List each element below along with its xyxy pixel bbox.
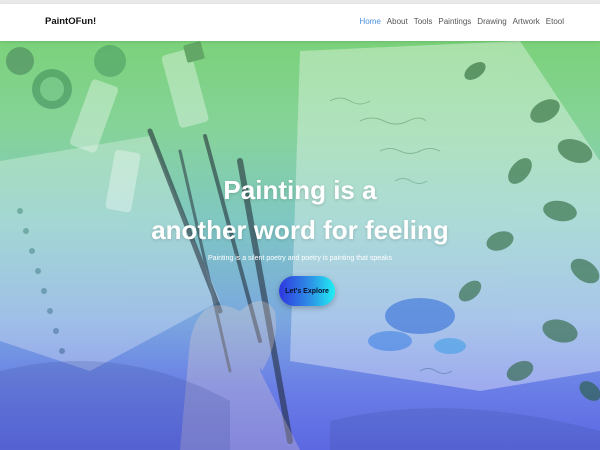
hero-title-line-1: Painting is a <box>223 175 377 206</box>
nav-links: Home About Tools Paintings Drawing Artwo… <box>359 17 564 26</box>
hero-title-line-2: another word for feeling <box>151 215 449 246</box>
nav-link-tools[interactable]: Tools <box>414 17 433 26</box>
brand-logo[interactable]: PaintOFun! <box>45 16 96 27</box>
nav-link-artwork[interactable]: Artwork <box>513 17 540 26</box>
nav-link-drawing[interactable]: Drawing <box>477 17 506 26</box>
hero-title: Painting is a another word for feeling <box>0 170 600 250</box>
explore-button[interactable]: Let's Explore <box>279 276 335 306</box>
nav-link-about[interactable]: About <box>387 17 408 26</box>
navbar: PaintOFun! Home About Tools Paintings Dr… <box>0 4 600 41</box>
nav-link-home[interactable]: Home <box>359 17 380 26</box>
nav-link-paintings[interactable]: Paintings <box>438 17 471 26</box>
hero-subtitle: Painting is a silent poetry and poetry i… <box>207 255 393 262</box>
hero-section: Painting is a another word for feeling P… <box>0 41 600 450</box>
nav-link-etool[interactable]: Etool <box>546 17 564 26</box>
